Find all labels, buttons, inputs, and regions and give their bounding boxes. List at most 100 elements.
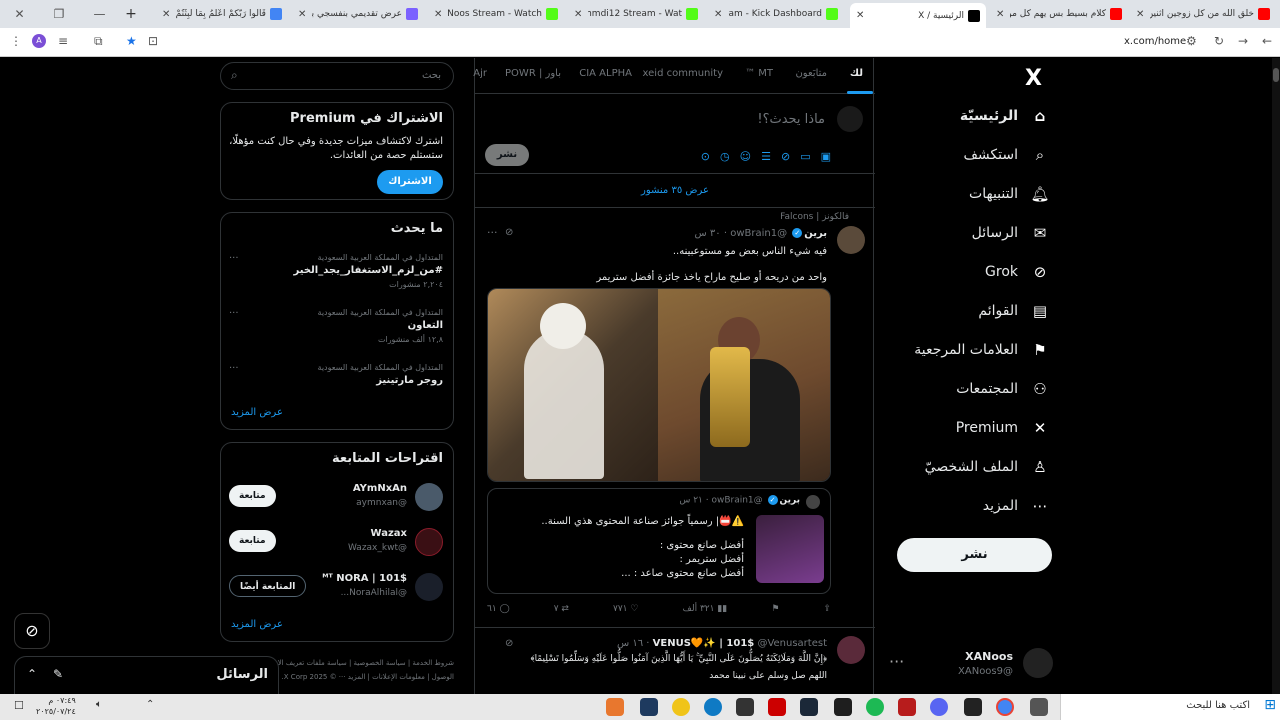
avatar[interactable]	[837, 226, 865, 254]
tab-powr[interactable]: باور | POWR	[505, 68, 561, 79]
grok-icon[interactable]: ⊘	[781, 150, 790, 163]
install-app-icon[interactable]: ⊡	[148, 34, 158, 48]
profile-avatar-icon[interactable]: A	[32, 34, 46, 48]
nav-item[interactable]: ⌂ الرئيسيّة	[880, 99, 1050, 133]
compose-input[interactable]: ماذا يحدث؟!	[757, 112, 825, 127]
nav-item[interactable]: ⚑ العلامات المرجعية	[880, 333, 1050, 367]
new-tab-button[interactable]: +	[120, 6, 142, 22]
quoted-tweet[interactable]: برين✓ @owBrain1 · ٢١ س ⚠️📛| رسمياً جوائز…	[487, 488, 831, 594]
location-icon[interactable]: ⊙	[701, 150, 710, 163]
reload-icon[interactable]: ↻	[1214, 34, 1224, 48]
show-new-posts[interactable]: عرض ٣٥ منشور	[475, 174, 875, 208]
discord-icon[interactable]	[930, 698, 948, 716]
app-icon[interactable]	[768, 698, 786, 716]
nav-item[interactable]: ✉ الرسائل	[880, 216, 1050, 250]
app-icon[interactable]	[672, 698, 690, 716]
site-settings-icon[interactable]: ⚙	[1186, 34, 1197, 48]
trend-item[interactable]: المتداول في المملكة العربية السعودية روج…	[229, 363, 443, 409]
browser-tab[interactable]: عرض تقديمي بنفسجي بتد ✕	[292, 3, 424, 25]
views-stat[interactable]: ▮▮ ٣٢١ ألف	[683, 604, 728, 614]
trend-item[interactable]: المتداول في المملكة العربية السعودية #من…	[229, 253, 443, 299]
nav-item[interactable]: ⌕ استكشف	[880, 138, 1050, 172]
messages-drawer[interactable]: الرسائل ✎ ⌃	[14, 656, 279, 694]
app-icon[interactable]	[834, 698, 852, 716]
follow-button[interactable]: متابعة	[229, 530, 276, 552]
browser-tab[interactable]: خلق الله من كل زوجين اثنين ✕	[1130, 3, 1276, 25]
playlist-icon[interactable]: ≡	[58, 34, 68, 48]
browser-tab[interactable]: الرئيسية / X ✕	[850, 3, 986, 28]
tab-close-icon[interactable]: ✕	[714, 9, 722, 20]
follow-suggestion[interactable]: ᴹᵀ NORA | 101$ @NoraAlhilal... المتابعة …	[229, 571, 443, 605]
steam-icon[interactable]	[800, 698, 818, 716]
trend-more-icon[interactable]: ···	[229, 363, 239, 374]
trend-more-icon[interactable]: ···	[229, 253, 239, 264]
trends-show-more-link[interactable]: عرض المزيد	[231, 407, 283, 418]
image-icon[interactable]: ▣	[821, 150, 831, 163]
volume-icon[interactable]: 🔈︎	[96, 699, 102, 710]
forward-icon[interactable]: →	[1238, 34, 1248, 48]
restore-window-icon[interactable]: ❐	[54, 7, 65, 21]
nav-item[interactable]: ▤ القوائم	[880, 294, 1050, 328]
bookmark-icon[interactable]: ⚑	[771, 604, 779, 614]
tab-mt[interactable]: MT ™	[745, 68, 773, 79]
trend-item[interactable]: المتداول في المملكة العربية السعودية الت…	[229, 308, 443, 354]
spotify-icon[interactable]	[866, 698, 884, 716]
close-window-icon[interactable]: ✕	[15, 7, 25, 21]
author-name[interactable]: برين	[804, 228, 827, 239]
grok-icon[interactable]: ⊘	[505, 638, 513, 649]
tab-cia-alpha[interactable]: CIA ALPHA	[579, 68, 632, 79]
notifications-icon[interactable]: ☐	[14, 699, 24, 712]
community-context[interactable]: فالكونز | Falcons	[780, 212, 849, 222]
reply-stat[interactable]: ◯ ٦١	[487, 604, 510, 614]
tab-close-icon[interactable]: ✕	[856, 10, 864, 21]
system-clock[interactable]: ٠٧:٤٩ م ٢٠٢٥/٠٧/٢٤	[36, 695, 76, 717]
tweet-media[interactable]	[487, 288, 831, 482]
follow-button[interactable]: متابعة	[229, 485, 276, 507]
avatar[interactable]	[837, 636, 865, 664]
bookmark-star-icon[interactable]: ★	[126, 34, 137, 48]
chrome-icon[interactable]	[996, 698, 1014, 716]
x-logo-icon[interactable]: X	[1025, 66, 1042, 91]
url-field[interactable]: x.com/home	[1124, 36, 1186, 47]
scrollbar-thumb[interactable]	[1273, 68, 1279, 82]
author-name[interactable]: VENUS🧡✨ | 101$	[653, 638, 755, 649]
browser-tab[interactable]: Stream - Kick Dashboard ✕	[708, 3, 844, 25]
nav-item[interactable]: ♙ الملف الشخصيّ	[880, 450, 1050, 484]
tab-close-icon[interactable]: ✕	[298, 9, 306, 20]
tweet[interactable]: فالكونز | Falcons برين✓ @owBrain1 · ٣٠ س…	[475, 208, 875, 628]
expand-icon[interactable]: ⌃	[27, 667, 37, 681]
tweet-more-icon[interactable]: ···	[487, 226, 498, 239]
nav-item[interactable]: ⊘ Grok	[880, 255, 1050, 289]
follow-suggestion[interactable]: AYmNxAn @aymnxan متابعة	[229, 481, 443, 515]
trend-more-icon[interactable]: ···	[229, 308, 239, 319]
search-input[interactable]: بحث ⌕	[220, 62, 454, 90]
like-stat[interactable]: ♡ ٧٧١	[613, 604, 638, 614]
tweet-time[interactable]: · ٣٠ س	[695, 228, 728, 239]
tweet-time[interactable]: · ١٦ س	[617, 638, 650, 649]
follow-suggestion[interactable]: Wazax @Wazax_kwt متابعة	[229, 526, 443, 560]
tab-close-icon[interactable]: ✕	[574, 9, 582, 20]
new-message-icon[interactable]: ✎	[53, 667, 63, 681]
retweet-stat[interactable]: ⇄ ٧	[554, 604, 569, 614]
tweet[interactable]: VENUS🧡✨ | 101$ @Venusartest · ١٦ س ⊘ ﴿إِ…	[475, 630, 875, 694]
tab-close-icon[interactable]: ✕	[1136, 9, 1144, 20]
app-icon[interactable]	[640, 698, 658, 716]
task-view-icon[interactable]	[1030, 698, 1048, 716]
minimize-window-icon[interactable]: —	[93, 7, 105, 21]
grok-icon[interactable]: ⊘	[505, 227, 513, 238]
epic-games-icon[interactable]	[964, 698, 982, 716]
edge-icon[interactable]	[704, 698, 722, 716]
author-handle[interactable]: @owBrain1	[730, 228, 787, 239]
start-icon[interactable]: ⊞	[1264, 697, 1276, 713]
taskbar-search[interactable]: اكتب هنا للبحث	[1060, 694, 1280, 720]
nav-item[interactable]: ⚇ المجتمعات	[880, 372, 1050, 406]
schedule-icon[interactable]: ◷	[720, 150, 730, 163]
extensions-icon[interactable]: ⧉	[94, 34, 103, 49]
back-icon[interactable]: ←	[1262, 34, 1272, 48]
emoji-icon[interactable]: ☺	[740, 150, 751, 163]
tab-xeid-community[interactable]: xeid community	[643, 68, 723, 79]
grok-floating-button[interactable]: ⊘	[14, 613, 50, 649]
nav-item[interactable]: ✕ Premium	[880, 411, 1050, 445]
nav-item[interactable]: 🔔︎ التنبيهات	[880, 177, 1050, 211]
tray-arrow-icon[interactable]: ⌃	[146, 699, 154, 710]
